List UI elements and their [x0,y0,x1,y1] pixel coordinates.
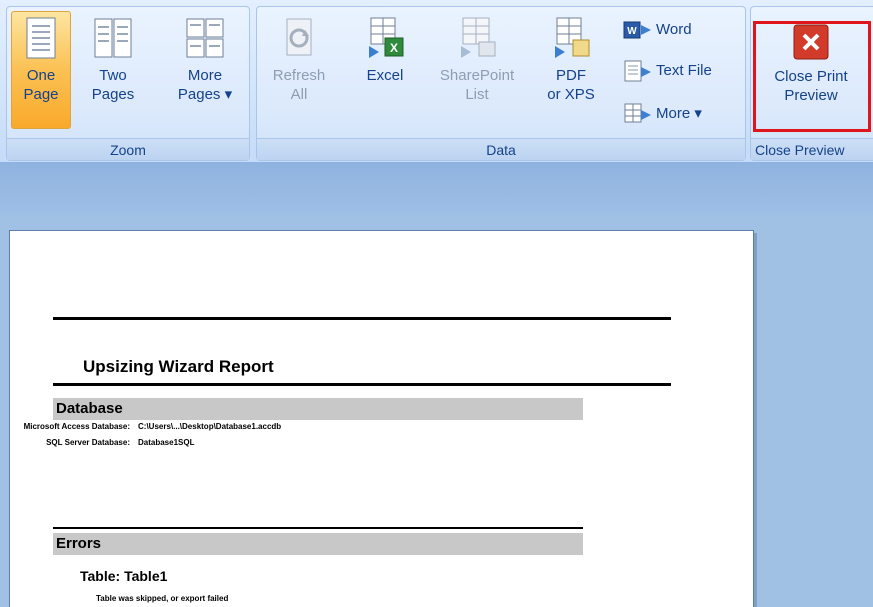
two-pages-icon [94,18,132,58]
preview-toolbar-strip [0,163,873,217]
database-section-header: Database [53,398,583,420]
sql-database-row: SQL Server Database: Database1SQL [0,438,194,447]
more-pages-icon [186,18,224,58]
access-database-key: Microsoft Access Database: [23,422,130,431]
word-label: Word [656,21,692,38]
table-heading: Table: Table1 [80,568,168,584]
title-rule [53,383,671,386]
sql-database-value: Database1SQL [138,438,195,447]
report-title: Upsizing Wizard Report [83,357,274,376]
excel-export-button[interactable]: X Excel [357,11,413,85]
excel-label: Excel [366,67,404,84]
zoom-group-label: Zoom [7,138,249,160]
more-formats-icon [624,103,651,123]
more-pages-label-1: More [187,67,223,84]
text-file-icon [624,60,651,82]
errors-section-header: Errors [53,533,583,555]
sql-database-key: SQL Server Database: [46,438,130,447]
ribbon: One Page Two Pages More Pages ▾ Zoom Ref… [0,0,873,163]
sharepoint-list-button[interactable]: SharePoint List [429,11,525,104]
two-pages-label-1: Two [99,67,127,84]
data-group-label: Data [257,138,745,160]
zoom-group: One Page Two Pages More Pages ▾ Zoom [6,6,250,161]
pdf-xps-label-1: PDF [556,67,586,84]
report-page: Upsizing Wizard Report Database Microsof… [9,230,754,607]
one-page-icon [26,17,56,59]
sharepoint-list-label-2: List [465,86,489,103]
refresh-all-label-2: All [290,86,308,103]
top-rule [53,317,671,320]
access-database-row: Microsoft Access Database: C:\Users\...\D… [0,422,282,431]
text-file-export-button[interactable]: Text File [623,58,712,84]
close-preview-group-label: Close Preview [751,138,873,160]
more-pages-button[interactable]: More Pages ▾ [167,11,243,104]
pdf-xps-button[interactable]: PDF or XPS [539,11,603,104]
two-pages-button[interactable]: Two Pages [83,11,143,104]
two-pages-label-2: Pages [91,86,135,103]
more-export-label: More ▾ [656,105,702,122]
one-page-label-2: Page [23,86,59,103]
sharepoint-list-label-1: SharePoint [439,67,515,84]
refresh-all-button[interactable]: Refresh All [261,11,337,104]
data-group: Refresh All X Excel SharePoint List PDF … [256,6,746,161]
table-note: Table was skipped, or export failed [96,594,229,603]
pdf-xps-icon [555,17,590,58]
more-export-button[interactable]: More ▾ [623,101,702,127]
errors-rule [53,527,583,529]
pdf-xps-label-2: or XPS [547,86,595,103]
one-page-button[interactable]: One Page [11,11,71,129]
access-database-value: C:\Users\...\Desktop\Database1.accdb [138,422,282,431]
more-pages-label-2: Pages ▾ [177,86,233,103]
svg-text:X: X [390,41,398,55]
one-page-label-1: One [26,67,56,84]
refresh-all-label-1: Refresh [272,67,326,84]
word-icon: W [623,21,651,39]
refresh-icon [286,18,312,56]
excel-icon: X [369,17,404,58]
word-export-button[interactable]: W Word [623,17,692,43]
highlight-box [753,21,871,132]
svg-text:W: W [627,26,637,37]
sharepoint-list-icon [461,17,496,58]
text-file-label: Text File [656,62,712,79]
